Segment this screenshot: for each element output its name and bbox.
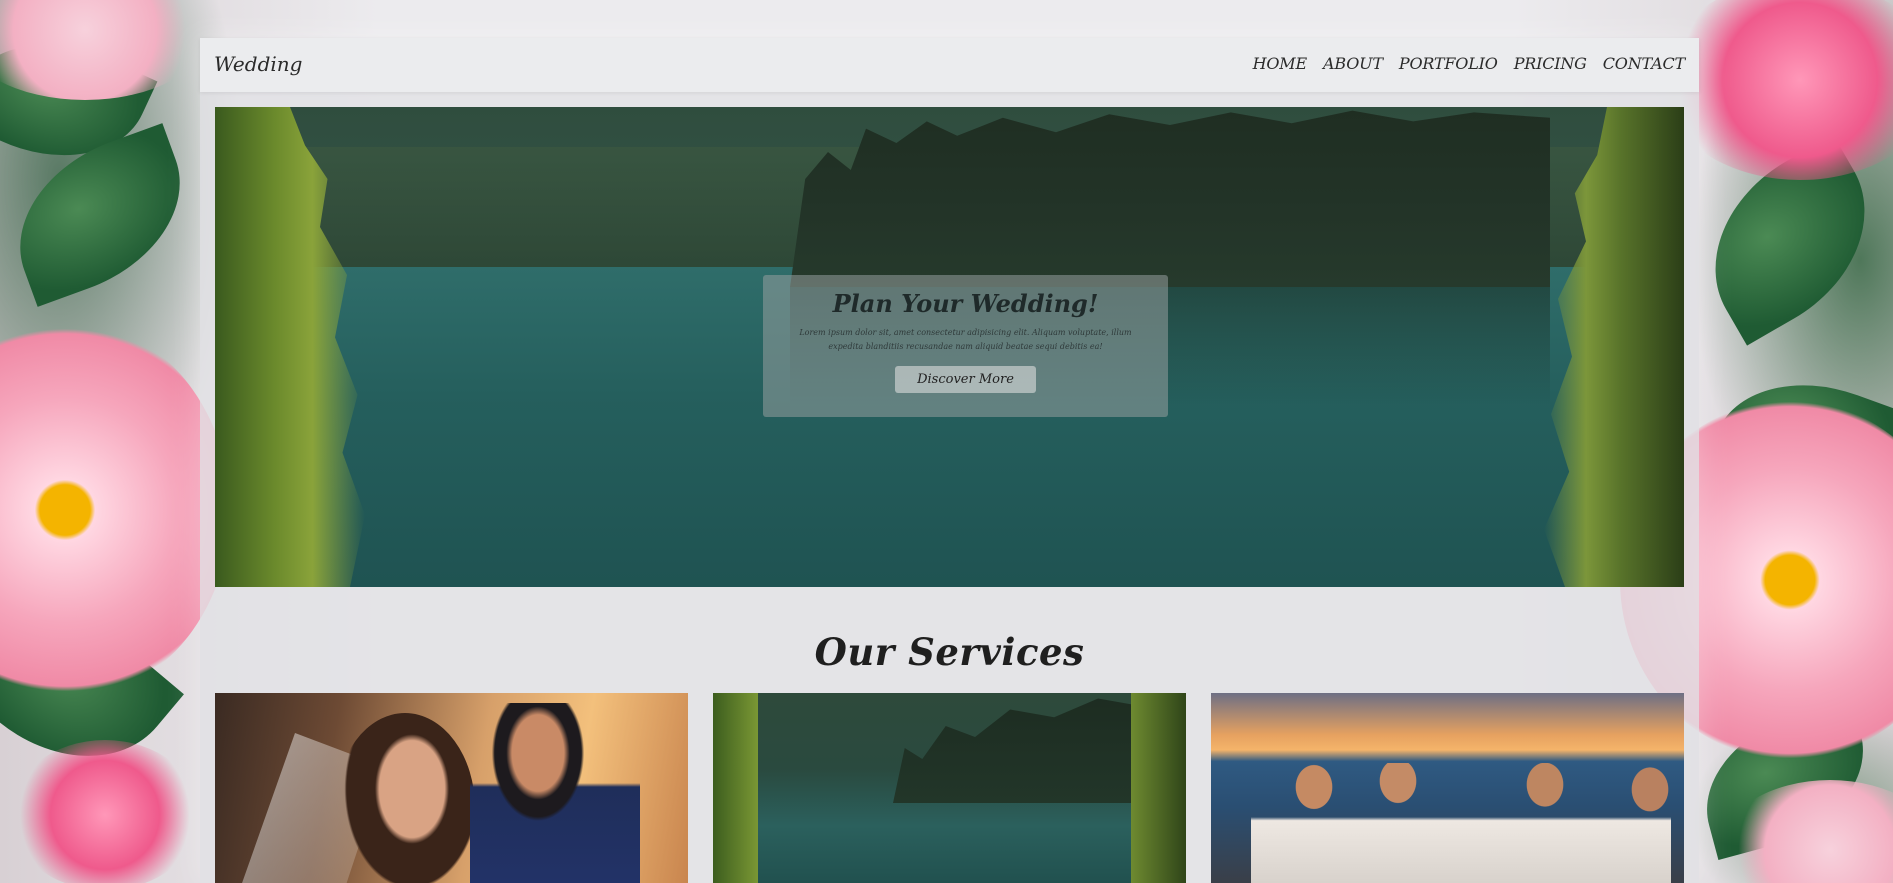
hero-banner: Plan Your Wedding! Lorem ipsum dolor sit… — [215, 107, 1684, 587]
bride-figure — [335, 713, 475, 883]
hero-title: Plan Your Wedding! — [832, 289, 1099, 318]
nav-link-about[interactable]: ABOUT — [1323, 54, 1383, 73]
service-card-lake[interactable] — [713, 693, 1186, 883]
nav-link-home[interactable]: HOME — [1253, 54, 1308, 73]
forest-silhouette — [790, 110, 1550, 287]
groom-figure — [470, 703, 640, 883]
guests-figures — [1251, 763, 1671, 883]
page-container: Wedding HOME ABOUT PORTFOLIO PRICING CON… — [200, 38, 1699, 883]
hero-description: Lorem ipsum dolor sit, amet consectetur … — [799, 328, 1132, 351]
nav-link-portfolio[interactable]: PORTFOLIO — [1399, 54, 1498, 73]
nav-links: HOME ABOUT PORTFOLIO PRICING CONTACT — [1253, 54, 1686, 73]
service-card-bride-groom[interactable] — [215, 693, 688, 883]
nav-link-pricing[interactable]: PRICING — [1514, 54, 1587, 73]
services-heading: Our Services — [814, 630, 1085, 674]
discover-more-button[interactable]: Discover More — [895, 366, 1036, 393]
nav-link-contact[interactable]: CONTACT — [1603, 54, 1685, 73]
navbar: Wedding HOME ABOUT PORTFOLIO PRICING CON… — [200, 38, 1699, 92]
hero-card: Plan Your Wedding! Lorem ipsum dolor sit… — [763, 275, 1168, 417]
brand-logo[interactable]: Wedding — [214, 52, 302, 76]
service-card-beach-party[interactable] — [1211, 693, 1684, 883]
